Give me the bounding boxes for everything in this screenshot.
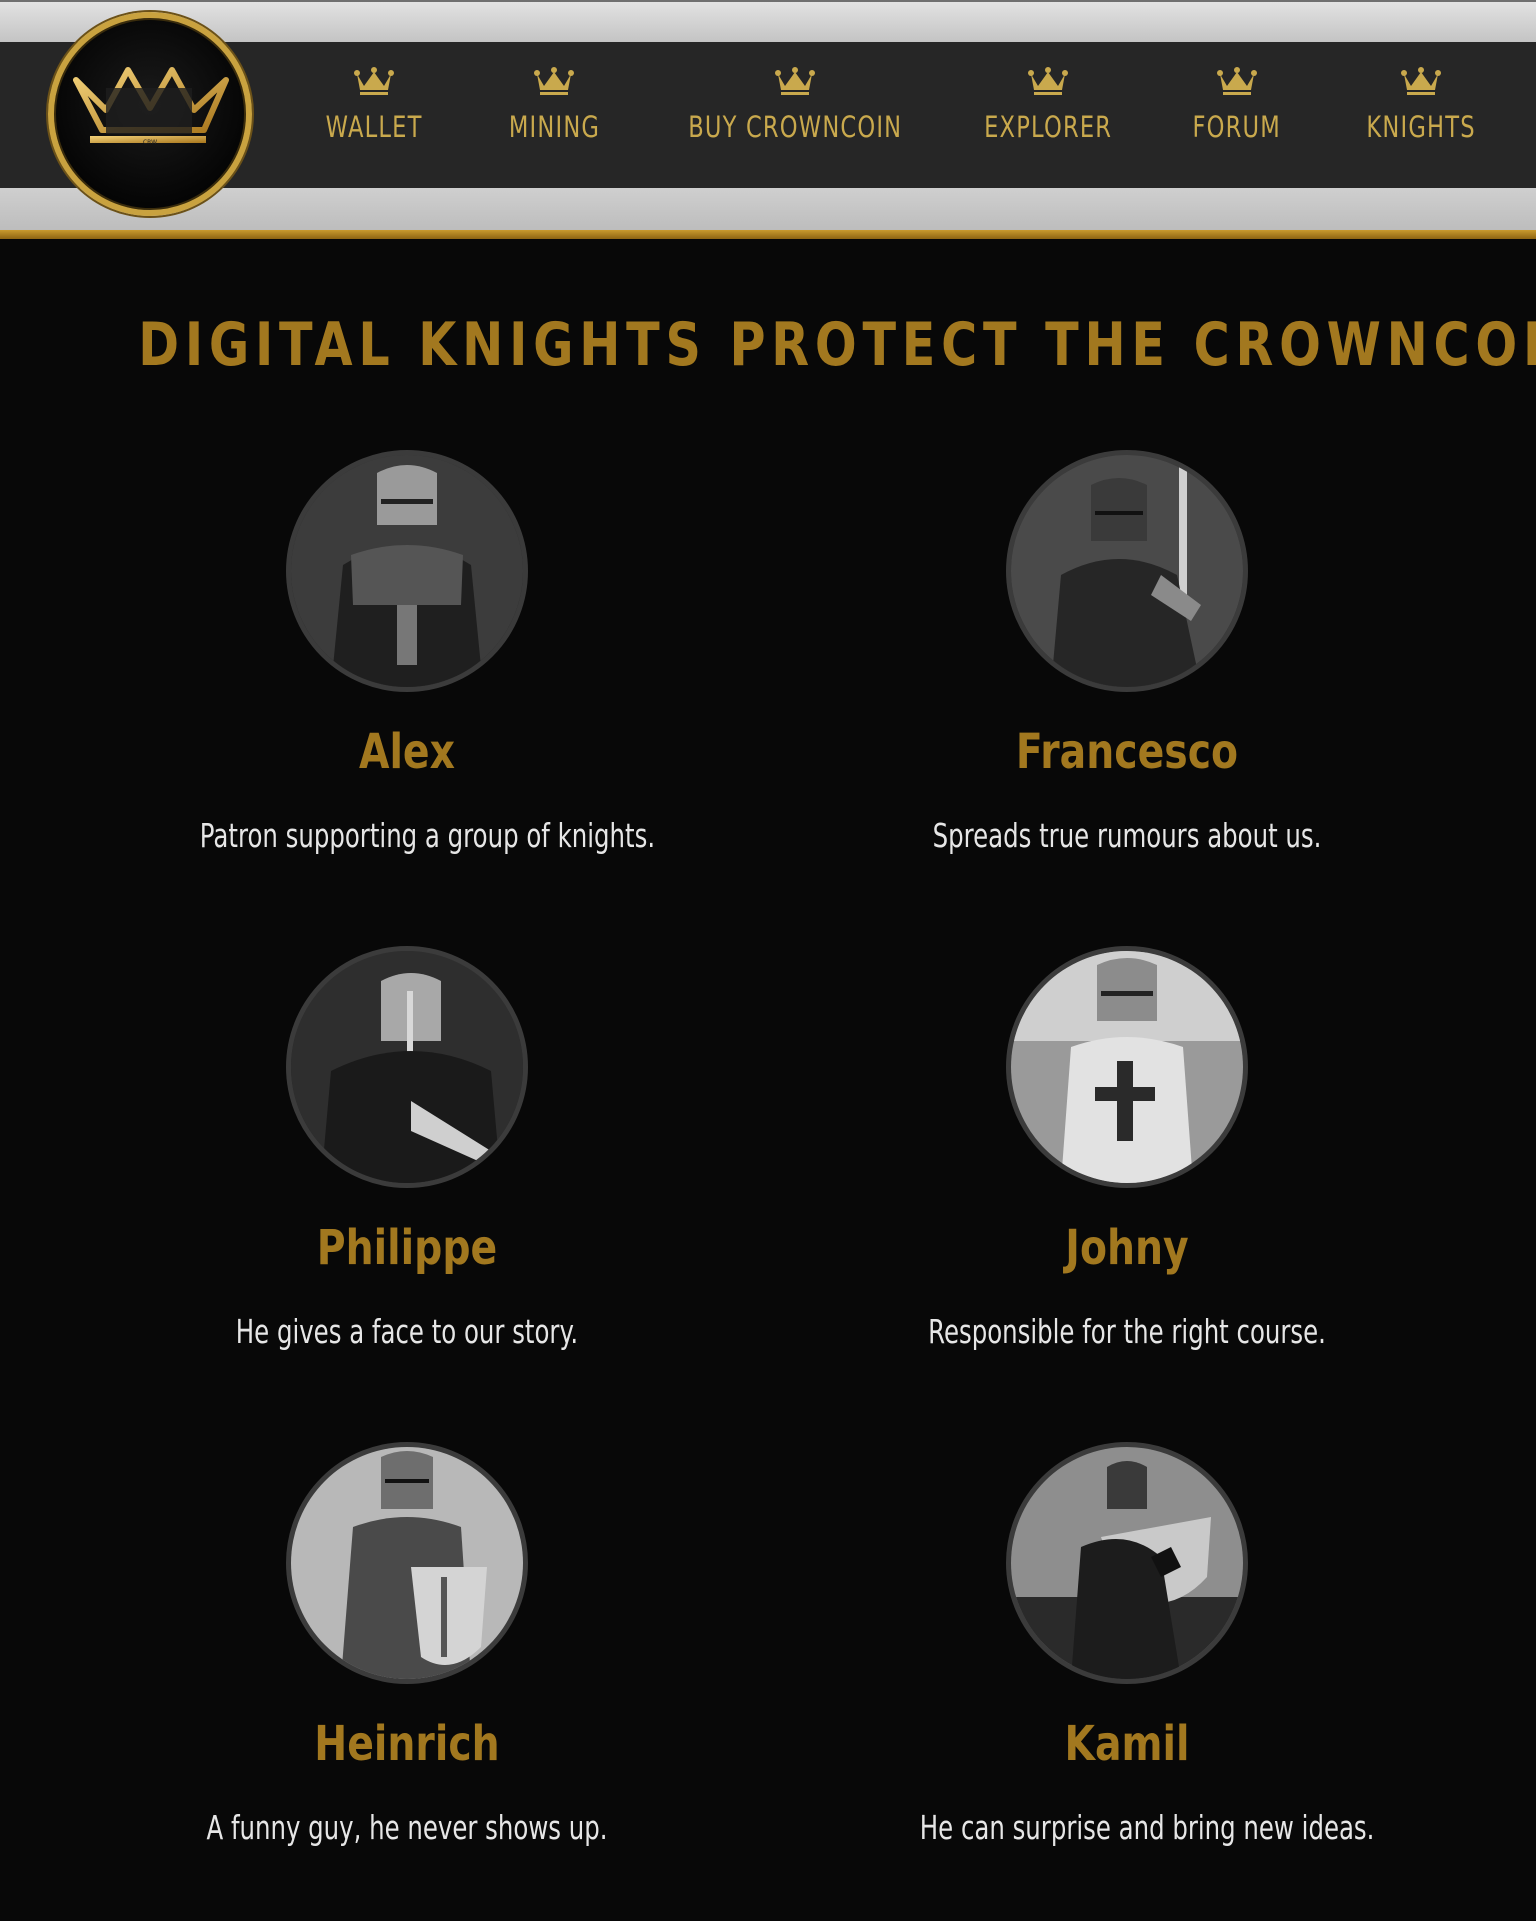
knight-portrait-icon xyxy=(291,1447,523,1679)
gold-divider xyxy=(0,230,1536,239)
knight-card-heinrich: Heinrich A funny guy, he never shows up. xyxy=(127,1442,687,1847)
nav-forum-label: FORUM xyxy=(1192,110,1282,144)
knight-portrait-icon xyxy=(291,455,523,687)
nav-knights[interactable]: KNIGHTS xyxy=(1352,66,1490,176)
knight-avatar xyxy=(286,450,528,692)
crown-icon xyxy=(775,67,815,95)
knight-avatar xyxy=(1006,1442,1248,1684)
nav-buy-crowncoin-label: BUY CROWNCOIN xyxy=(687,110,903,144)
crown-icon xyxy=(1217,67,1257,95)
knight-card-johny: Johny Responsible for the right course. xyxy=(847,946,1407,1351)
crown-icon xyxy=(1028,67,1068,95)
page-title: DIGITAL KNIGHTS PROTECT THE CROWNCOIN xyxy=(138,310,1536,380)
knight-description: A funny guy, he never shows up. xyxy=(206,1808,608,1847)
knight-name: Kamil xyxy=(1064,1716,1190,1772)
knight-name: Johny xyxy=(1065,1220,1189,1276)
knight-portrait-icon xyxy=(1011,1447,1243,1679)
nav-knights-label: KNIGHTS xyxy=(1366,110,1476,144)
crown-icon xyxy=(354,67,394,95)
knight-avatar xyxy=(286,1442,528,1684)
knight-description: He can surprise and bring new ideas. xyxy=(919,1808,1375,1847)
knight-description: Spreads true rumours about us. xyxy=(932,816,1322,855)
knight-portrait-icon xyxy=(291,951,523,1183)
knight-name: Heinrich xyxy=(314,1716,500,1772)
knight-avatar xyxy=(1006,450,1248,692)
knight-name: Philippe xyxy=(316,1220,498,1276)
knight-card-francesco: Francesco Spreads true rumours about us. xyxy=(847,450,1407,855)
knight-portrait-icon xyxy=(1011,455,1243,687)
knight-card-kamil: Kamil He can surprise and bring new idea… xyxy=(847,1442,1407,1847)
nav-wallet[interactable]: WALLET xyxy=(318,66,430,176)
crown-icon xyxy=(534,67,574,95)
knight-avatar xyxy=(1006,946,1248,1188)
nav-mining-label: MINING xyxy=(508,110,600,144)
nav-mining[interactable]: MINING xyxy=(498,66,610,176)
knight-name: Alex xyxy=(358,724,456,780)
knight-card-alex: Alex Patron supporting a group of knight… xyxy=(127,450,687,855)
crown-icon xyxy=(1401,67,1441,95)
main-nav: WALLET MINING BUY CROWNCOIN EXPLORER FOR… xyxy=(0,42,1536,188)
knight-card-philippe: Philippe He gives a face to our story. xyxy=(127,946,687,1351)
nav-wallet-label: WALLET xyxy=(325,110,423,144)
knight-description: He gives a face to our story. xyxy=(235,1312,579,1351)
nav-explorer-label: EXPLORER xyxy=(983,110,1113,144)
knight-avatar xyxy=(286,946,528,1188)
nav-forum[interactable]: FORUM xyxy=(1176,66,1298,176)
nav-buy-crowncoin[interactable]: BUY CROWNCOIN xyxy=(672,66,918,176)
nav-explorer[interactable]: EXPLORER xyxy=(972,66,1124,176)
knight-description: Patron supporting a group of knights. xyxy=(199,816,656,855)
knight-description: Responsible for the right course. xyxy=(928,1312,1326,1351)
knight-portrait-icon xyxy=(1011,951,1243,1183)
knight-name: Francesco xyxy=(1015,724,1239,780)
